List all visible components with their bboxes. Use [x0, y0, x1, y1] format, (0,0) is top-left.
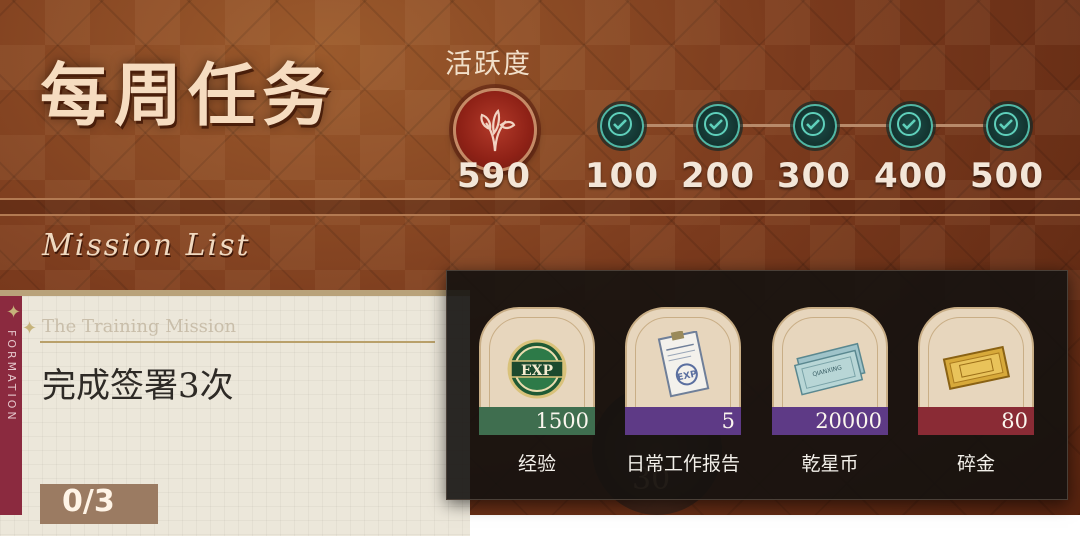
reward-item[interactable]: 80 — [918, 307, 1034, 435]
milestone-check-icon[interactable] — [986, 104, 1030, 148]
milestone-value: 500 — [970, 156, 1044, 196]
reward-name: 经验 — [517, 453, 556, 475]
reward-item[interactable]: EXP 1500 — [479, 307, 595, 435]
mission-category: The Training Mission — [42, 316, 237, 337]
reward-name: 乾星币 — [801, 453, 859, 475]
mission-underline — [40, 341, 435, 343]
activity-label: 活跃度 — [445, 49, 532, 80]
milestone-check-icon[interactable] — [793, 104, 837, 148]
mission-list-heading: Mission List — [42, 228, 251, 263]
reward-quantity: 1500 — [535, 409, 589, 433]
sparkle-icon: ✦ — [22, 318, 38, 339]
formation-label: FORMATION — [5, 330, 18, 423]
reward-item[interactable]: QIANXING 20000 — [772, 307, 888, 435]
svg-text:EXP: EXP — [521, 363, 554, 379]
milestone-value: 400 — [874, 156, 948, 196]
sparkle-icon: ✦ — [6, 302, 22, 323]
banknote-icon: QIANXING — [790, 331, 870, 401]
reward-quantity: 5 — [721, 409, 735, 433]
reward-name: 日常工作报告 — [625, 453, 740, 475]
milestone-value: 200 — [681, 156, 755, 196]
progress-text: 0/3 — [62, 484, 115, 519]
reward-quantity: 20000 — [815, 409, 882, 433]
reward-quantity: 80 — [1001, 409, 1028, 433]
gold-bar-icon — [936, 331, 1016, 401]
milestone-value: 100 — [585, 156, 659, 196]
header-divider — [0, 198, 1080, 216]
mission-name: 完成签署3次 — [42, 366, 234, 406]
activity-score: 590 — [457, 156, 531, 196]
reward-item[interactable]: EXP 5 — [625, 307, 741, 435]
milestone-value: 300 — [777, 156, 851, 196]
milestone-check-icon[interactable] — [696, 104, 740, 148]
exp-icon: EXP — [497, 331, 577, 401]
milestone-check-icon[interactable] — [600, 104, 644, 148]
reward-popup: EXP 1500 经验 EXP 5 日常工作报告 QIANXING 20000 … — [446, 270, 1068, 500]
reward-name: 碎金 — [956, 453, 995, 475]
milestone-check-icon[interactable] — [889, 104, 933, 148]
page-title: 每周任务 — [40, 56, 337, 136]
report-icon: EXP — [643, 330, 723, 401]
